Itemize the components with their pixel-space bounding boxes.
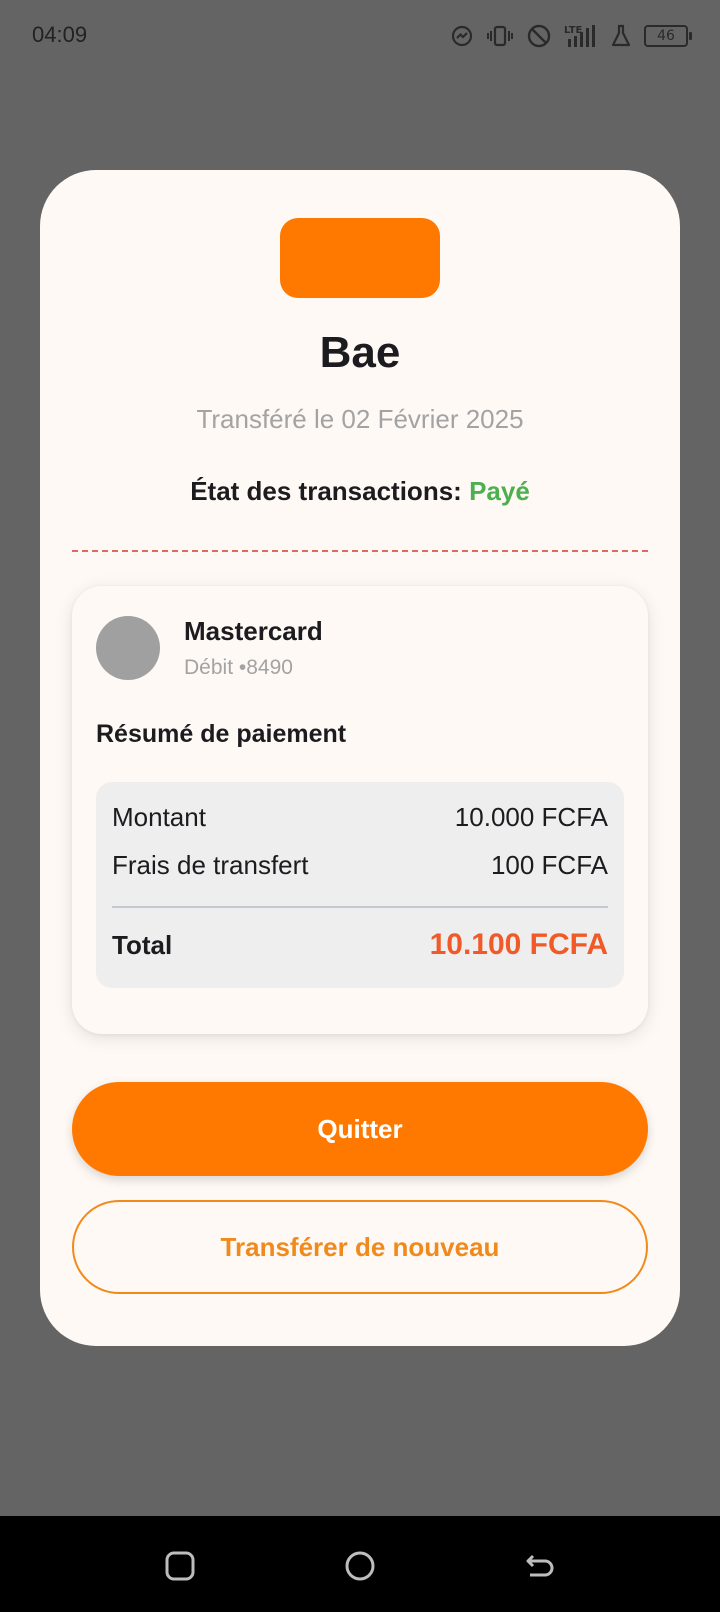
summary-row: Frais de transfert 100 FCFA [112,850,608,881]
status-label: État des transactions: [190,476,462,506]
screen: 04:09 LTE 46 Bae Transféré le 02 Février… [0,0,720,1612]
home-icon[interactable] [340,1546,380,1586]
dashed-divider [72,550,648,552]
summary-divider [112,906,608,908]
recipient-name: Bae [319,328,401,377]
summary-row-value: 10.000 FCFA [454,802,608,832]
payment-card: Mastercard Débit •8490 Résumé de paiemen… [72,586,648,1034]
quit-button[interactable]: Quitter [72,1082,648,1176]
navigation-bar [0,1516,720,1612]
vibrate-icon [486,24,514,48]
summary-title: Résumé de paiement [96,720,347,748]
recent-apps-icon[interactable] [160,1546,200,1586]
status-time: 04:09 [32,22,88,47]
card-detail: Débit •8490 [184,656,293,679]
lte-signal-icon: LTE [564,23,598,49]
back-icon[interactable] [520,1546,560,1586]
summary-row-label: Frais de transfert [112,850,309,880]
brand-logo [280,218,440,298]
summary-row-label: Montant [112,802,206,832]
transaction-receipt-modal: Bae Transféré le 02 Février 2025 État de… [40,170,680,1346]
messenger-icon [450,24,474,48]
svg-text:LTE: LTE [564,25,583,36]
lab-flask-icon [610,24,632,48]
summary-row-value: 100 FCFA [490,850,608,880]
battery-icon: 46 [644,25,692,47]
transfer-date: Transféré le 02 Février 2025 [196,404,524,434]
total-value: 10.100 FCFA [429,928,608,961]
status-bar: 04:09 LTE 46 [0,0,720,72]
total-label: Total [112,929,173,960]
summary-total-row: Total 10.100 FCFA [112,928,608,962]
card-avatar [96,616,160,680]
card-name: Mastercard [184,616,323,646]
status-icons: LTE 46 [450,20,692,52]
summary-row: Montant 10.000 FCFA [112,802,608,833]
transaction-status: État des transactions: Payé [40,476,680,507]
transfer-again-button[interactable]: Transférer de nouveau [72,1200,648,1294]
status-value: Payé [469,476,530,506]
summary-box: Montant 10.000 FCFA Frais de transfert 1… [96,782,624,988]
do-not-disturb-icon [526,23,552,49]
